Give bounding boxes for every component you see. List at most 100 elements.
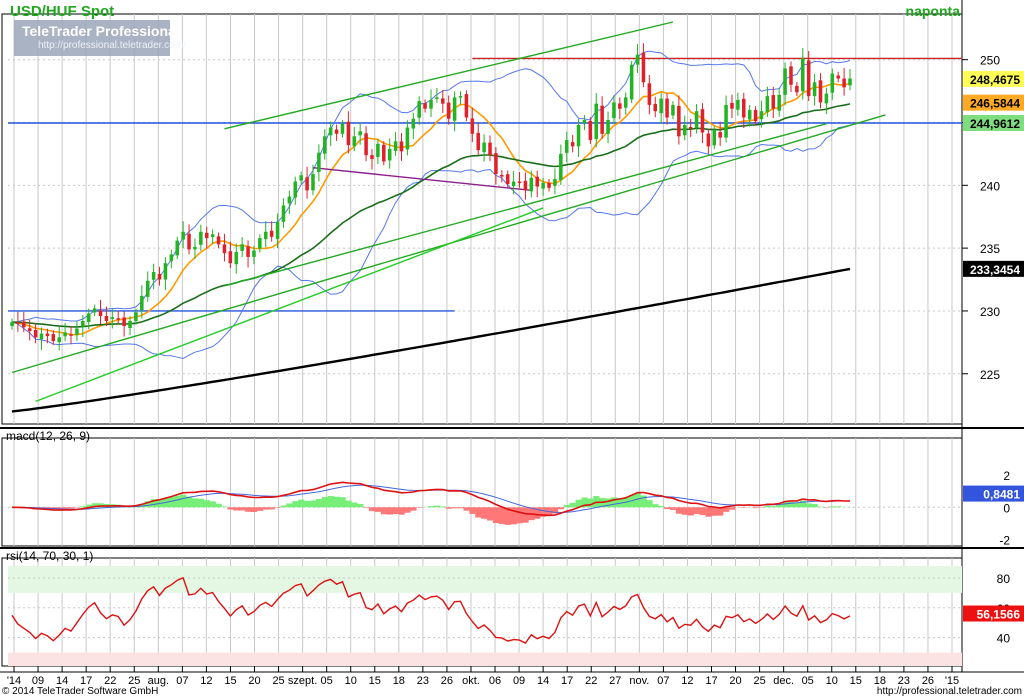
macd-histogram-bar [764,505,771,508]
candle-body [45,333,50,337]
candle-body [470,118,475,134]
trendline [312,167,532,192]
macd-histogram-bar [180,494,187,508]
macd-histogram-bar [315,498,323,508]
candle-body [116,318,120,320]
candle-body [423,103,427,109]
candle-body [582,119,587,124]
candle-body [110,317,115,319]
support-tag: 244,9612 [970,117,1020,131]
x-tick-label: 12 [200,675,212,687]
candle-body [405,127,410,150]
candle-body [564,140,569,153]
macd-last-tag: 0,8481 [983,488,1020,502]
macd-histogram-bar [699,507,706,516]
macd-histogram-bar [239,507,246,511]
candle-body [151,271,156,280]
macd-histogram-bar [687,507,694,516]
candle-body [216,236,221,245]
macd-histogram-bar [191,498,199,508]
candle-body [482,142,486,153]
macd-histogram-bar [386,507,393,515]
candle-body [547,182,551,188]
candle-body [317,152,321,172]
y-tick-label: 235 [980,242,1000,256]
candle-body [736,99,740,110]
candle-body [33,330,38,338]
macd-histogram-bar [304,500,311,508]
candle-body [258,238,262,249]
candle-body [688,127,693,129]
candle-body [712,130,717,146]
candle-body [570,142,575,147]
macd-histogram-bar [392,507,399,515]
candle-body [476,132,480,151]
macd-histogram-bar [451,507,458,509]
macd-histogram-bar [333,496,340,508]
macd-histogram-bar [776,505,783,508]
x-tick-label: 17 [561,675,573,687]
macd-histogram-bar [404,507,411,513]
macd-histogram-bar [658,505,665,508]
x-tick-label: 23 [417,675,429,687]
candle-body [287,196,292,204]
footer-copyright: © 2014 TeleTrader Software GmbH [2,686,158,697]
x-tick-label: okt. [462,675,480,687]
candle-body [677,105,681,137]
candle-body [576,125,581,147]
candle-body [783,68,787,95]
macd-histogram-bar [369,507,376,512]
candle-body [753,109,758,122]
candle-body [98,310,103,316]
candle-body [252,250,256,257]
x-tick-label: 07 [657,675,669,687]
rsi-last-tag: 56,1566 [977,608,1021,622]
candle-body [75,328,79,335]
macd-histogram-bar [310,500,317,508]
macd-histogram-bar [723,507,730,512]
instrument-title: USD/HUF Spot [10,3,114,20]
x-tick-label: 10 [826,675,838,687]
candle-body [523,180,528,191]
candle-body [665,98,669,118]
macd-histogram-bar [481,507,488,519]
watermark-url: http://professional.teletrader.com/ [38,40,186,51]
candle-body [618,103,622,109]
panel-frame-0 [1,13,963,425]
candle-body [623,97,628,108]
macd-histogram-bar [835,506,842,508]
x-tick-label: dec. [773,675,794,687]
candle-body [293,181,298,198]
macd-histogram-bar [433,505,441,508]
macd-histogram-bar [805,503,812,508]
candle-body [193,246,197,250]
macd-histogram-bar [68,507,75,509]
candle-body [370,155,374,159]
candle-body [246,246,250,257]
macd-histogram-bar [634,493,641,508]
candle-body [269,230,274,237]
macd-histogram-bar [298,499,305,508]
macd-histogram-bar [256,507,264,511]
candle-body [446,102,451,119]
candle-body [830,73,835,93]
candle-body [157,274,162,280]
candle-body [541,182,545,189]
rsi-y-label: 80 [997,572,1011,586]
candle-body [334,129,339,134]
macd-histogram-bar [274,507,281,508]
candle-body [511,181,516,187]
macd-histogram-bar [475,507,482,518]
candle-body [659,98,663,114]
macd-histogram-bar [374,507,382,512]
candle-body [181,231,185,240]
candle-body [517,181,522,184]
x-tick-label: 15 [369,675,381,687]
candle-body [387,148,392,161]
ma-slow-tag: 233,3454 [970,263,1020,277]
candle-body [464,94,469,118]
macd-histogram-bar [522,507,529,523]
candle-body [594,103,599,140]
footer-url: http://professional.teletrader.com [877,686,1022,697]
candle-body [435,97,439,99]
